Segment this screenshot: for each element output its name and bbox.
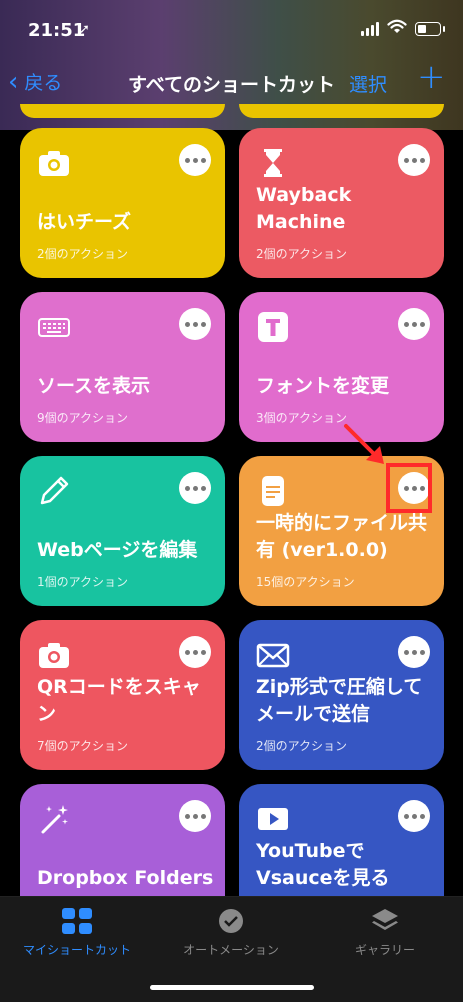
clock-check-icon (219, 909, 243, 933)
envelope-icon (256, 643, 290, 668)
status-time: 21:51 (28, 20, 86, 41)
more-options-button[interactable] (179, 308, 211, 340)
select-button[interactable]: 選択 (349, 70, 387, 97)
tab-gallery[interactable]: ギャラリー (308, 907, 462, 958)
wifi-icon (387, 19, 407, 33)
play-icon (258, 808, 288, 830)
battery-icon (415, 22, 445, 36)
magic-wand-icon (41, 805, 68, 834)
tab-label: マイショートカット (22, 943, 131, 957)
shortcut-title: はいチーズ (37, 211, 132, 233)
pencil-icon (40, 476, 69, 505)
shortcut-action-count: 2個のアクション (37, 247, 129, 261)
highlight-box (386, 463, 432, 513)
shortcut-action-count: 1個のアクション (37, 575, 129, 589)
tab-automation[interactable]: オートメーション (154, 907, 308, 958)
shortcut-card[interactable]: Webページを編集 1個のアクション (20, 456, 225, 606)
shortcut-card[interactable]: Wayback Machine 2個のアクション (239, 128, 444, 278)
partial-card[interactable] (20, 104, 225, 118)
more-options-button[interactable] (398, 800, 430, 832)
location-arrow-icon: ➚ (79, 22, 90, 37)
home-indicator (150, 985, 314, 990)
more-options-button[interactable] (179, 472, 211, 504)
document-icon (262, 476, 284, 506)
layers-icon (372, 909, 398, 930)
shortcut-action-count: 3個のアクション (256, 411, 348, 425)
shortcut-title: フォントを変更 (256, 375, 390, 397)
hourglass-icon (264, 149, 282, 177)
shortcut-card[interactable]: はいチーズ 2個のアクション (20, 128, 225, 278)
page-title: すべてのショートカット (128, 74, 335, 96)
annotation-arrow-icon (344, 424, 384, 464)
navigation-bar: ‹ 戻る すべてのショートカット 選択 + (0, 58, 463, 104)
camera-icon (39, 643, 69, 668)
shortcut-title: Webページを編集 (37, 539, 198, 561)
status-bar: 21:51 ➚ (0, 0, 463, 58)
shortcut-action-count: 9個のアクション (37, 411, 129, 425)
shortcut-action-count: 2個のアクション (256, 247, 348, 261)
shortcut-action-count: 15個のアクション (256, 575, 355, 589)
tab-label: ギャラリー (354, 943, 415, 957)
keyboard-icon (38, 318, 70, 337)
shortcut-title: Wayback Machine (256, 184, 352, 233)
shortcut-title: QRコードをスキャン (37, 676, 201, 725)
shortcut-action-count: 2個のアクション (256, 739, 348, 753)
grid-icon (62, 908, 92, 934)
tab-my-shortcuts[interactable]: マイショートカット (0, 907, 154, 958)
more-options-button[interactable] (398, 308, 430, 340)
shortcut-card[interactable]: QRコードをスキャン 7個のアクション (20, 620, 225, 770)
shortcut-title: 一時的にファイル共有 (ver1.0.0) (256, 512, 428, 561)
tab-label: オートメーション (183, 943, 279, 957)
shortcut-title: Dropbox Folders (37, 867, 214, 889)
shortcut-card[interactable]: Zip形式で圧縮してメールで送信 2個のアクション (239, 620, 444, 770)
shortcut-title: YouTubeでVsauceを見る (256, 840, 390, 889)
cellular-signal-icon (361, 22, 379, 36)
text-t-icon (258, 312, 288, 342)
more-options-button[interactable] (179, 144, 211, 176)
shortcut-title: ソースを表示 (37, 375, 151, 397)
more-options-button[interactable] (179, 636, 211, 668)
more-options-button[interactable] (398, 636, 430, 668)
more-options-button[interactable] (179, 800, 211, 832)
shortcut-title: Zip形式で圧縮してメールで送信 (256, 676, 423, 725)
shortcut-action-count: 7個のアクション (37, 739, 129, 753)
more-options-button[interactable] (398, 144, 430, 176)
add-shortcut-button[interactable]: + (417, 60, 446, 94)
partial-card[interactable] (239, 104, 444, 118)
shortcut-card[interactable]: ソースを表示 9個のアクション (20, 292, 225, 442)
camera-icon (39, 151, 69, 176)
